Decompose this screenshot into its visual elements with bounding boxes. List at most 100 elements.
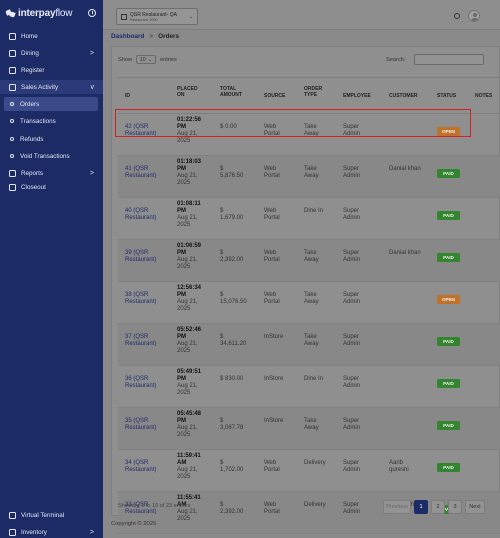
order-id-link[interactable]: 41 (QSR Restaurant) bbox=[125, 166, 169, 180]
placed-date: Aug 21, 2025 bbox=[177, 215, 198, 228]
placed-on: 05:45:48 PM Aug 21, 2025 bbox=[177, 411, 205, 439]
order-source: Web Portal bbox=[264, 250, 280, 263]
entries-info: Showing 1 to 10 of 23 entries bbox=[118, 503, 191, 509]
placed-date: Aug 21, 2025 bbox=[177, 299, 198, 312]
pagination-page-1[interactable]: 1 bbox=[414, 500, 428, 514]
table-row[interactable]: 34 (QSR Restaurant) 11:59:41 AM Aug 21, 20… bbox=[118, 450, 500, 492]
brand-name-thin: flow bbox=[55, 7, 73, 19]
sidebar-item-closeout[interactable]: Closeout bbox=[0, 182, 103, 191]
sidebar-item-home[interactable]: Home bbox=[0, 29, 103, 43]
sidebar-item-label: Dining bbox=[21, 49, 39, 57]
sidebar-item-dining[interactable]: Dining > bbox=[0, 46, 103, 60]
order-type: Take Away bbox=[304, 250, 319, 263]
sidebar-item-reports[interactable]: Reports > bbox=[0, 166, 103, 180]
col-header-order-type[interactable]: ORDER TYPE bbox=[304, 86, 330, 98]
sidebar-item-orders[interactable]: Orders bbox=[4, 97, 98, 111]
placed-time: 05:45:48 PM bbox=[177, 411, 202, 424]
table-row[interactable]: 36 (QSR Restaurant) 05:49:51 PM Aug 21, 20… bbox=[118, 366, 500, 408]
col-header-customer[interactable]: CUSTOMER bbox=[389, 93, 418, 99]
orders-table: ID PLACED ON TOTAL AMOUNT SOURCE ORDER T… bbox=[118, 77, 500, 534]
theme-toggle-icon[interactable] bbox=[454, 13, 460, 19]
table-row[interactable]: 39 (QSR Restaurant) 01:06:59 PM Aug 21, 20… bbox=[118, 240, 500, 282]
pagination: Previous 1 2 3 Next bbox=[383, 500, 485, 514]
sidebar-item-virtual-terminal[interactable]: Virtual Terminal bbox=[0, 508, 103, 522]
order-source: InStore bbox=[264, 334, 284, 340]
order-type: Take Away bbox=[304, 334, 319, 347]
placed-on: 05:49:51 PM Aug 21, 2025 bbox=[177, 369, 205, 397]
col-header-placed-on[interactable]: PLACED ON bbox=[177, 86, 203, 98]
avatar[interactable] bbox=[468, 10, 480, 22]
order-id-link[interactable]: 35 (QSR Restaurant) bbox=[125, 418, 169, 432]
home-icon bbox=[9, 32, 16, 40]
col-header-source[interactable]: SOURCE bbox=[264, 93, 285, 99]
placed-time: 05:52:46 PM bbox=[177, 327, 202, 340]
store-name: QSR Restaurant- QA bbox=[130, 11, 177, 18]
search-input[interactable] bbox=[414, 54, 484, 65]
order-id-link[interactable]: 38 (QSR Restaurant) bbox=[125, 292, 169, 306]
sidebar-item-label: Closeout bbox=[21, 184, 46, 191]
order-id-link[interactable]: 40 (QSR Restaurant) bbox=[125, 208, 169, 222]
order-source: Web Portal bbox=[264, 460, 280, 473]
table-row[interactable]: 41 (QSR Restaurant) 01:18:03 PM Aug 21, 20… bbox=[118, 156, 500, 198]
sidebar-item-sales-activity[interactable]: Sales Activity v bbox=[0, 80, 103, 94]
employee-name: Super Admin bbox=[343, 166, 361, 179]
pagination-page-2[interactable]: 2 bbox=[431, 500, 445, 514]
table-row[interactable]: 35 (QSR Restaurant) 05:45:48 PM Aug 21, 20… bbox=[118, 408, 500, 450]
order-source: Web Portal bbox=[264, 166, 280, 179]
pagination-previous[interactable]: Previous bbox=[383, 500, 411, 514]
chevron-down-icon: ⌄ bbox=[147, 56, 153, 63]
copyright: Copyright © 2025 bbox=[111, 521, 157, 527]
order-type: Take Away bbox=[304, 292, 319, 305]
employee-name: Super Admin bbox=[343, 292, 361, 305]
order-id-link[interactable]: 34 (QSR Restaurant) bbox=[125, 460, 169, 474]
placed-on: 12:56:34 PM Aug 21, 2025 bbox=[177, 285, 205, 313]
sidebar-item-inventory[interactable]: Inventory > bbox=[0, 525, 103, 538]
status-badge: PAID bbox=[437, 169, 460, 178]
order-id-link[interactable]: 37 (QSR Restaurant) bbox=[125, 334, 169, 348]
placed-date: Aug 21, 2025 bbox=[177, 509, 198, 522]
total-amount: $ 1,679.00 bbox=[220, 208, 244, 221]
power-icon[interactable] bbox=[88, 9, 96, 17]
table-row[interactable]: 37 (QSR Restaurant) 05:52:46 PM Aug 21, 20… bbox=[118, 324, 500, 366]
breadcrumb-dashboard-link[interactable]: Dashboard bbox=[111, 33, 144, 40]
sidebar-item-void-transactions[interactable]: Void Transactions bbox=[0, 149, 103, 163]
inventory-icon bbox=[9, 528, 16, 536]
col-header-id[interactable]: ID bbox=[125, 93, 130, 99]
page-length-select[interactable]: 10 ⌄ bbox=[136, 55, 156, 64]
store-subtitle: Restaurant, 0000 bbox=[130, 17, 158, 22]
placed-time: 11:59:41 AM bbox=[177, 453, 201, 466]
order-id-link[interactable]: 39 (QSR Restaurant) bbox=[125, 250, 169, 264]
breadcrumb-current: Orders bbox=[158, 33, 180, 40]
col-header-notes[interactable]: NOTES bbox=[475, 93, 492, 99]
sidebar-item-transactions[interactable]: Transactions bbox=[0, 114, 103, 128]
placed-date: Aug 21, 2025 bbox=[177, 257, 198, 270]
brand-logo[interactable]: interpayflow bbox=[0, 0, 103, 26]
sidebar-item-refunds[interactable]: Refunds bbox=[0, 132, 103, 146]
table-row[interactable]: 38 (QSR Restaurant) 12:56:34 PM Aug 21, 20… bbox=[118, 282, 500, 324]
sidebar-item-register[interactable]: Register bbox=[0, 63, 103, 77]
placed-date: Aug 21, 2025 bbox=[177, 425, 198, 438]
col-header-employee[interactable]: EMPLOYEE bbox=[343, 93, 371, 99]
employee-name: Super Admin bbox=[343, 334, 361, 347]
breadcrumb: Dashboard > Orders bbox=[111, 33, 179, 40]
customer-name: Danial khan bbox=[389, 166, 421, 172]
breadcrumb-separator: > bbox=[149, 33, 154, 40]
table-row[interactable]: 40 (QSR Restaurant) 01:08:11 PM Aug 21, 20… bbox=[118, 198, 500, 240]
customer-name: Danial khan bbox=[389, 250, 421, 256]
col-header-status[interactable]: STATUS bbox=[437, 93, 456, 99]
order-type: Dine In bbox=[304, 376, 324, 382]
order-id-link[interactable]: 36 (QSR Restaurant) bbox=[125, 376, 169, 390]
order-type: Take Away bbox=[304, 166, 319, 179]
col-header-total-amount[interactable]: TOTAL AMOUNT bbox=[220, 86, 248, 98]
placed-date: Aug 21, 2025 bbox=[177, 173, 198, 186]
sidebar-item-label: Reports bbox=[21, 169, 44, 177]
brand-name-bold: interpay bbox=[18, 7, 56, 19]
bullet-icon bbox=[10, 154, 14, 158]
pagination-page-3[interactable]: 3 bbox=[448, 500, 462, 514]
total-amount: $ 34,611.20 bbox=[220, 334, 247, 347]
placed-on: 11:55:41 AM Aug 21, 2025 bbox=[177, 495, 205, 523]
closeout-icon bbox=[9, 184, 16, 191]
pagination-next[interactable]: Next bbox=[465, 500, 485, 514]
order-type: Delivery bbox=[304, 502, 326, 508]
store-selector[interactable]: QSR Restaurant- QA Restaurant, 0000 ⌄ bbox=[116, 8, 198, 25]
